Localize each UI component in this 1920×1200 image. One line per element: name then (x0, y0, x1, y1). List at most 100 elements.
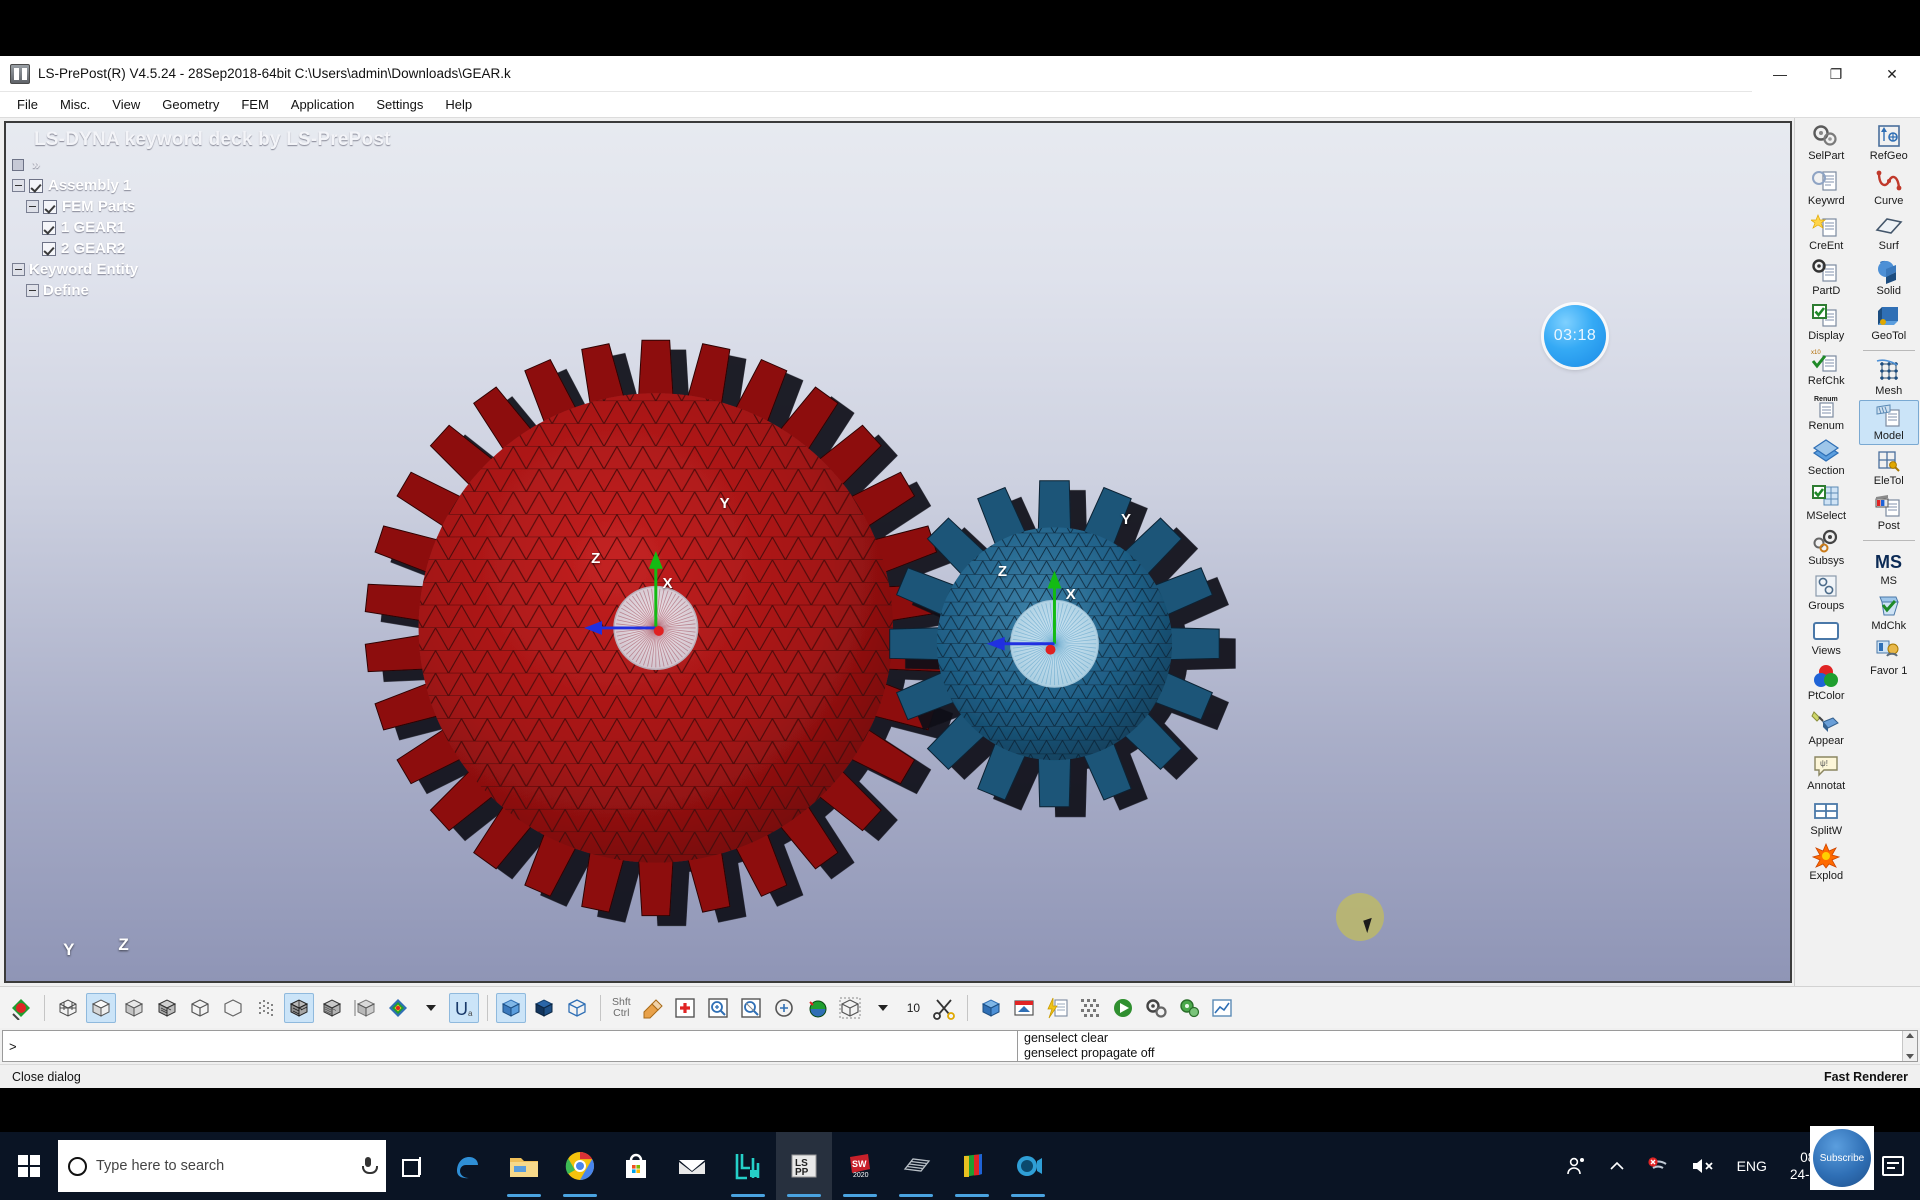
people-icon[interactable] (1554, 1132, 1598, 1200)
eraser-icon[interactable] (637, 993, 667, 1023)
tool-creent[interactable]: CreEnt (1796, 210, 1856, 255)
checkbox-icon[interactable] (42, 220, 56, 235)
tree-item-assembly[interactable]: Assembly 1 (12, 175, 391, 196)
tree-item-define[interactable]: Define (12, 280, 391, 301)
fringe-component-icon[interactable] (383, 993, 413, 1023)
menu-file[interactable]: File (6, 94, 49, 115)
checkbox-icon[interactable] (29, 178, 43, 193)
tree-item-gear2[interactable]: 2 GEAR2 (12, 238, 391, 259)
tree-item-fem-parts[interactable]: FEM Parts (12, 196, 391, 217)
settings-gears-icon[interactable] (1141, 993, 1171, 1023)
zoom-in-box-icon[interactable] (670, 993, 700, 1023)
cut-icon[interactable] (929, 993, 959, 1023)
green-gears-icon[interactable] (1174, 993, 1204, 1023)
command-log[interactable]: genselect clear genselect propagate off (1018, 1030, 1918, 1062)
command-input[interactable]: > (2, 1030, 1018, 1062)
tool-appear[interactable]: Appear (1796, 705, 1856, 750)
action-center-button[interactable] (1870, 1132, 1916, 1200)
transparent-cube-icon[interactable] (562, 993, 592, 1023)
subscribe-overlay[interactable]: Subscribe (1810, 1126, 1874, 1190)
tool-mesh[interactable]: Mesh (1859, 355, 1919, 400)
taskbar-app-microsoft-store[interactable] (608, 1132, 664, 1200)
tool-refchk[interactable]: x10 RefChk (1796, 345, 1856, 390)
fringe-dropdown-caret[interactable] (416, 993, 446, 1023)
shaded-mesh-icon[interactable] (152, 993, 182, 1023)
taskbar-app-edge[interactable] (440, 1132, 496, 1200)
tree-item-gear1[interactable]: 1 GEAR1 (12, 217, 391, 238)
taskbar-search[interactable]: Type here to search (58, 1140, 386, 1192)
maximize-button[interactable]: ❐ (1808, 56, 1864, 92)
mesh-ghost-icon[interactable] (350, 993, 380, 1023)
taskbar-app-chrome[interactable] (552, 1132, 608, 1200)
log-scrollbar[interactable] (1902, 1031, 1917, 1061)
start-button[interactable] (0, 1132, 58, 1200)
close-button[interactable]: ✕ (1864, 56, 1920, 92)
zoom-icon[interactable] (703, 993, 733, 1023)
part-cube-icon[interactable] (976, 993, 1006, 1023)
plot-icon[interactable] (1207, 993, 1237, 1023)
tool-display[interactable]: Display (1796, 300, 1856, 345)
expander-icon[interactable] (12, 263, 25, 276)
edge-icon[interactable] (218, 993, 248, 1023)
taskbar-app-solidworks[interactable]: SW 2020 (832, 1132, 888, 1200)
tool-curve[interactable]: Curve (1859, 165, 1919, 210)
screen-recorder-timer-badge[interactable]: 03:18 (1544, 305, 1606, 367)
minimize-button[interactable]: — (1752, 56, 1808, 92)
play-icon[interactable] (1108, 993, 1138, 1023)
taskbar-app-ls-dyna[interactable] (720, 1132, 776, 1200)
tool-annotat[interactable]: ψ! Annotat (1796, 750, 1856, 795)
hidden-line-icon[interactable] (119, 993, 149, 1023)
tool-keywrd[interactable]: Keywrd (1796, 165, 1856, 210)
tool-refgeo[interactable]: RefGeo (1859, 120, 1919, 165)
taskbar-app-camera[interactable] (1000, 1132, 1056, 1200)
tree-item-keyword-entity[interactable]: Keyword Entity (12, 259, 391, 280)
fast-run-icon[interactable] (1042, 993, 1072, 1023)
tool-partd[interactable]: PartD (1796, 255, 1856, 300)
taskbar-app-mesh[interactable] (888, 1132, 944, 1200)
shaded-icon[interactable] (86, 992, 116, 1023)
tool-views[interactable]: Views (1796, 615, 1856, 660)
tool-ms[interactable]: MS MS (1859, 545, 1919, 590)
tool-explod[interactable]: Explod (1796, 840, 1856, 885)
tool-eletol[interactable]: EleTol (1859, 445, 1919, 490)
grid-icon[interactable] (1075, 993, 1105, 1023)
zoom-window-icon[interactable] (736, 993, 766, 1023)
microphone-icon[interactable] (360, 1156, 378, 1176)
taskbar-app-colorbar[interactable] (944, 1132, 1000, 1200)
expander-icon[interactable] (26, 284, 39, 297)
chevron-right-icon[interactable]: » (32, 156, 40, 173)
feature-line-icon[interactable] (185, 993, 215, 1023)
menu-misc[interactable]: Misc. (49, 94, 101, 115)
dark-cube-icon[interactable] (529, 993, 559, 1023)
home-view-icon[interactable] (1009, 993, 1039, 1023)
menu-fem[interactable]: FEM (230, 94, 279, 115)
checkbox-icon[interactable] (43, 199, 57, 214)
taskbar-app-mail[interactable] (664, 1132, 720, 1200)
units-icon[interactable]: Ua (449, 992, 479, 1023)
view-dropdown-caret[interactable] (868, 993, 898, 1023)
rotate-icon[interactable] (769, 993, 799, 1023)
mesh-dense-icon[interactable] (317, 993, 347, 1023)
tool-renum[interactable]: Renum Renum (1796, 390, 1856, 435)
tool-favor1[interactable]: Favor 1 (1859, 635, 1919, 680)
3d-viewport[interactable]: LS-DYNA keyword deck by LS-PrePost » Ass… (4, 121, 1792, 983)
bounding-box-icon[interactable] (835, 993, 865, 1023)
scroll-down-icon[interactable] (1906, 1054, 1914, 1059)
tool-ptcolor[interactable]: PtColor (1796, 660, 1856, 705)
blue-cube-icon[interactable] (496, 992, 526, 1023)
menu-settings[interactable]: Settings (365, 94, 434, 115)
checkbox-icon[interactable] (42, 241, 56, 256)
taskbar-app-ls-prepost[interactable]: LS PP (776, 1132, 832, 1200)
network-error-icon[interactable] (1636, 1132, 1680, 1200)
tool-surf[interactable]: Surf (1859, 210, 1919, 255)
expander-icon[interactable] (26, 200, 39, 213)
tool-geotol[interactable]: GeoTol (1859, 300, 1919, 345)
tree-collapse-icon[interactable] (12, 158, 24, 171)
menu-help[interactable]: Help (434, 94, 483, 115)
scroll-up-icon[interactable] (1906, 1033, 1914, 1038)
tool-post[interactable]: Post (1859, 490, 1919, 535)
taskbar-app-file-explorer[interactable] (496, 1132, 552, 1200)
tool-splitw[interactable]: SplitW (1796, 795, 1856, 840)
tool-model[interactable]: Model (1858, 400, 1919, 445)
menu-application[interactable]: Application (280, 94, 366, 115)
